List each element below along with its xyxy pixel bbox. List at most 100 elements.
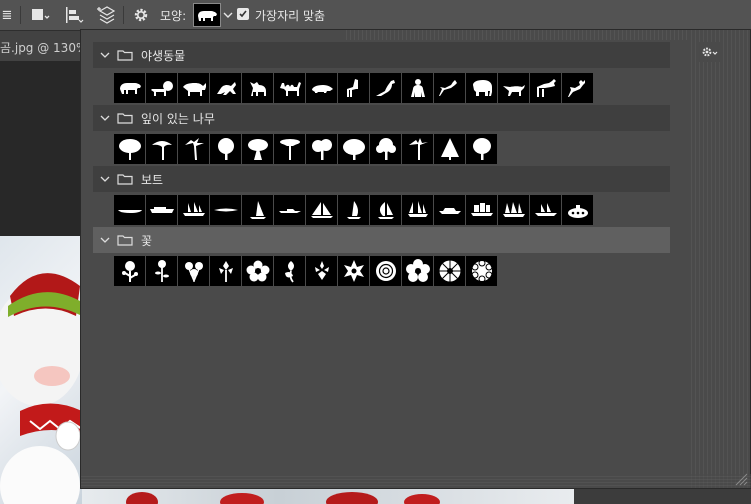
shape-group-header[interactable]: 꽃 [93, 227, 670, 253]
shape-thumb-flower[interactable] [274, 256, 305, 286]
palm-tree-icon [184, 138, 204, 160]
shape-thumb-sailboat[interactable] [306, 195, 337, 225]
separator [20, 6, 21, 24]
shape-thumb-tree[interactable] [146, 134, 177, 164]
shape-thumb-sailboat[interactable] [338, 195, 369, 225]
shape-thumb-flower[interactable] [306, 256, 337, 286]
pine-tree-icon [440, 138, 459, 160]
fox-icon [502, 85, 525, 96]
shape-thumb-ship[interactable] [498, 195, 529, 225]
frog-icon [216, 82, 236, 95]
shape-thumb-submarine[interactable] [562, 195, 593, 225]
chevron-down-icon[interactable] [95, 114, 115, 122]
path-alignment-button[interactable] [62, 4, 86, 26]
shape-thumb-flower[interactable] [114, 256, 145, 286]
shape-thumb-kayak[interactable] [210, 195, 241, 225]
path-arrangement-button[interactable] [95, 4, 119, 26]
shape-thumb-gorilla[interactable] [402, 73, 433, 103]
submarine-icon [567, 205, 588, 218]
shape-thumb-mole[interactable] [306, 73, 337, 103]
flower-icon [439, 260, 460, 282]
shape-thumb-kangaroo[interactable] [370, 73, 401, 103]
snowman-image-bottom [126, 492, 440, 504]
tree-icon [217, 138, 234, 160]
path-operations-button[interactable] [28, 4, 52, 26]
path-options-gear-button[interactable] [129, 4, 153, 26]
shape-picker-popup: 야생동물 잎이 있는 나무 보트 꽃 [80, 29, 751, 489]
align-edges-label: 가장자리 맞춤 [255, 9, 326, 23]
shape-thumb-lion[interactable] [146, 73, 177, 103]
shape-picker-settings-button[interactable] [697, 42, 723, 62]
shape-thumb-fox[interactable] [498, 73, 529, 103]
shape-group-header[interactable]: 잎이 있는 나무 [93, 105, 670, 131]
shape-thumb-reindeer[interactable] [562, 73, 593, 103]
shape-thumb-frog[interactable] [210, 73, 241, 103]
shape-thumb-flower[interactable] [242, 256, 273, 286]
shape-thumb-deer[interactable] [434, 73, 465, 103]
shape-thumb-tree[interactable] [178, 134, 209, 164]
shape-thumb-giraffe[interactable] [338, 73, 369, 103]
shape-thumb-ship[interactable] [402, 195, 433, 225]
shape-thumb-ship[interactable] [178, 195, 209, 225]
shape-thumb-wolf[interactable] [242, 73, 273, 103]
flower-icon [246, 260, 269, 282]
shape-thumb-flower[interactable] [434, 256, 465, 286]
shape-thumb-tree[interactable] [114, 134, 145, 164]
checkmark-icon [239, 10, 247, 18]
shape-thumb-tree[interactable] [274, 134, 305, 164]
flower-icon [471, 259, 492, 283]
shape-thumb-ship[interactable] [466, 195, 497, 225]
resize-grip-icon[interactable] [734, 472, 748, 486]
popup-border-texture [343, 30, 688, 40]
shape-thumb-speedboat[interactable] [274, 195, 305, 225]
sailboat-icon [310, 202, 333, 218]
shape-preview-button[interactable] [193, 3, 221, 27]
shape-thumb-sailboat[interactable] [370, 195, 401, 225]
chevron-down-icon[interactable] [95, 51, 115, 59]
shape-thumb-flower[interactable] [210, 256, 241, 286]
shape-thumb-moose[interactable] [530, 73, 561, 103]
shape-group-header[interactable]: 야생동물 [93, 42, 670, 68]
tree-icon [151, 141, 172, 160]
shape-thumb-tree[interactable] [338, 134, 369, 164]
shape-group-header[interactable]: 보트 [93, 166, 670, 192]
shape-thumb-boat[interactable] [146, 195, 177, 225]
chevron-down-icon[interactable] [95, 236, 115, 244]
shape-group-thumbnails [114, 256, 497, 286]
shape-group-name: 보트 [141, 172, 164, 187]
shape-thumb-yacht[interactable] [434, 195, 465, 225]
ship-icon [407, 201, 428, 217]
separator [123, 6, 124, 24]
shape-thumb-flower[interactable] [178, 256, 209, 286]
shape-thumb-tree[interactable] [210, 134, 241, 164]
tree-icon [342, 139, 365, 160]
shape-thumb-tree[interactable] [434, 134, 465, 164]
shape-thumb-flower[interactable] [402, 256, 433, 286]
shape-thumb-camel[interactable] [274, 73, 305, 103]
shape-thumb-tree[interactable] [242, 134, 273, 164]
shape-thumb-flower[interactable] [466, 256, 497, 286]
shape-thumb-flower[interactable] [370, 256, 401, 286]
snowman-image [0, 273, 82, 504]
chevron-down-icon[interactable] [95, 175, 115, 183]
shape-group-list: 야생동물 잎이 있는 나무 보트 꽃 [93, 40, 673, 472]
shape-dropdown-button[interactable] [222, 3, 234, 27]
shape-thumb-tree[interactable] [306, 134, 337, 164]
panel-toggle-icon[interactable]: ≣ [0, 4, 14, 26]
shape-thumb-flower[interactable] [146, 256, 177, 286]
shape-thumb-ship[interactable] [530, 195, 561, 225]
shape-thumb-sailboat[interactable] [242, 195, 273, 225]
ship-icon [470, 203, 493, 216]
speedboat-icon [278, 209, 301, 213]
shape-thumb-rhino[interactable] [178, 73, 209, 103]
shape-thumb-canoe[interactable] [114, 195, 145, 225]
folder-icon [117, 113, 133, 124]
shape-thumb-tree[interactable] [402, 134, 433, 164]
shape-thumb-tree[interactable] [466, 134, 497, 164]
shape-thumb-bear[interactable] [114, 73, 145, 103]
shape-thumb-flower[interactable] [338, 256, 369, 286]
shape-thumb-tree[interactable] [370, 134, 401, 164]
shape-thumb-elephant[interactable] [466, 73, 497, 103]
align-edges-checkbox[interactable] [237, 8, 249, 20]
shape-label: 모양: [160, 9, 187, 23]
